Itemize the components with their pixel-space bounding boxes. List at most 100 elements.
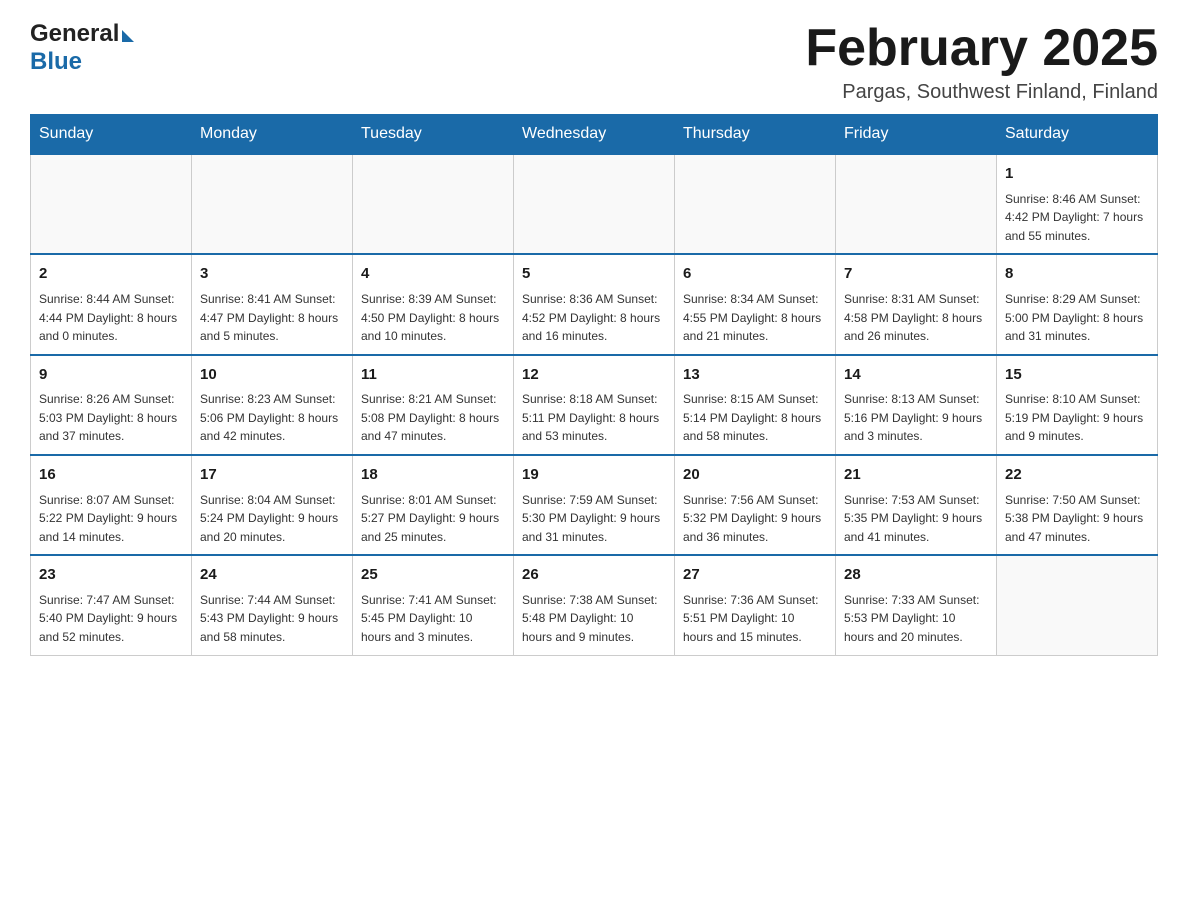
day-info: Sunrise: 8:04 AM Sunset: 5:24 PM Dayligh…	[200, 491, 344, 547]
day-number: 6	[683, 263, 827, 286]
calendar-cell: 23 Sunrise: 7:47 AM Sunset: 5:40 PM Dayli…	[31, 555, 192, 655]
calendar-cell: 24 Sunrise: 7:44 AM Sunset: 5:43 PM Dayli…	[192, 555, 353, 655]
calendar-cell: 27 Sunrise: 7:36 AM Sunset: 5:51 PM Dayli…	[675, 555, 836, 655]
weekday-header-thursday: Thursday	[675, 115, 836, 155]
day-info: Sunrise: 8:07 AM Sunset: 5:22 PM Dayligh…	[39, 491, 183, 547]
day-info: Sunrise: 7:44 AM Sunset: 5:43 PM Dayligh…	[200, 591, 344, 647]
calendar-cell: 10Sunrise: 8:23 AM Sunset: 5:06 PM Dayli…	[192, 355, 353, 455]
day-number: 5	[522, 263, 666, 286]
page-header: General Blue February 2025 Pargas, South…	[30, 20, 1158, 104]
day-info: Sunrise: 7:33 AM Sunset: 5:53 PM Dayligh…	[844, 591, 988, 647]
calendar-cell: 25 Sunrise: 7:41 AM Sunset: 5:45 PM Dayli…	[353, 555, 514, 655]
day-info: Sunrise: 7:50 AM Sunset: 5:38 PM Dayligh…	[1005, 491, 1149, 547]
weekday-header-tuesday: Tuesday	[353, 115, 514, 155]
calendar-cell	[675, 154, 836, 254]
calendar-cell: 9Sunrise: 8:26 AM Sunset: 5:03 PM Daylig…	[31, 355, 192, 455]
day-number: 22	[1005, 464, 1149, 487]
month-title: February 2025	[805, 20, 1158, 77]
calendar-cell: 3 Sunrise: 8:41 AM Sunset: 4:47 PM Daylig…	[192, 254, 353, 354]
calendar-cell: 4 Sunrise: 8:39 AM Sunset: 4:50 PM Daylig…	[353, 254, 514, 354]
calendar-cell: 17Sunrise: 8:04 AM Sunset: 5:24 PM Dayli…	[192, 455, 353, 555]
calendar-cell: 13 Sunrise: 8:15 AM Sunset: 5:14 PM Dayli…	[675, 355, 836, 455]
calendar-cell: 14 Sunrise: 8:13 AM Sunset: 5:16 PM Dayli…	[836, 355, 997, 455]
day-info: Sunrise: 7:41 AM Sunset: 5:45 PM Dayligh…	[361, 591, 505, 647]
logo: General Blue	[30, 20, 134, 76]
location-title: Pargas, Southwest Finland, Finland	[805, 81, 1158, 104]
day-info: Sunrise: 8:10 AM Sunset: 5:19 PM Dayligh…	[1005, 390, 1149, 446]
calendar-cell	[836, 154, 997, 254]
calendar-cell: 28 Sunrise: 7:33 AM Sunset: 5:53 PM Dayli…	[836, 555, 997, 655]
calendar-cell: 7Sunrise: 8:31 AM Sunset: 4:58 PM Daylig…	[836, 254, 997, 354]
day-info: Sunrise: 8:13 AM Sunset: 5:16 PM Dayligh…	[844, 390, 988, 446]
day-info: Sunrise: 8:46 AM Sunset: 4:42 PM Dayligh…	[1005, 190, 1149, 246]
calendar-cell	[997, 555, 1158, 655]
day-number: 16	[39, 464, 183, 487]
weekday-header-wednesday: Wednesday	[514, 115, 675, 155]
weekday-header-saturday: Saturday	[997, 115, 1158, 155]
day-info: Sunrise: 7:59 AM Sunset: 5:30 PM Dayligh…	[522, 491, 666, 547]
calendar-cell: 2 Sunrise: 8:44 AM Sunset: 4:44 PM Daylig…	[31, 254, 192, 354]
calendar-header: SundayMondayTuesdayWednesdayThursdayFrid…	[31, 115, 1158, 155]
day-info: Sunrise: 8:34 AM Sunset: 4:55 PM Dayligh…	[683, 290, 827, 346]
calendar-cell: 18 Sunrise: 8:01 AM Sunset: 5:27 PM Dayli…	[353, 455, 514, 555]
day-info: Sunrise: 8:26 AM Sunset: 5:03 PM Dayligh…	[39, 390, 183, 446]
calendar-cell	[192, 154, 353, 254]
calendar-cell: 21 Sunrise: 7:53 AM Sunset: 5:35 PM Dayli…	[836, 455, 997, 555]
calendar-cell: 20Sunrise: 7:56 AM Sunset: 5:32 PM Dayli…	[675, 455, 836, 555]
calendar-cell: 26 Sunrise: 7:38 AM Sunset: 5:48 PM Dayli…	[514, 555, 675, 655]
day-info: Sunrise: 8:44 AM Sunset: 4:44 PM Dayligh…	[39, 290, 183, 346]
day-info: Sunrise: 7:47 AM Sunset: 5:40 PM Dayligh…	[39, 591, 183, 647]
calendar-cell	[353, 154, 514, 254]
day-number: 21	[844, 464, 988, 487]
day-number: 14	[844, 364, 988, 387]
weekday-header-friday: Friday	[836, 115, 997, 155]
calendar-cell: 22 Sunrise: 7:50 AM Sunset: 5:38 PM Dayli…	[997, 455, 1158, 555]
calendar-week-row: 9Sunrise: 8:26 AM Sunset: 5:03 PM Daylig…	[31, 355, 1158, 455]
calendar-cell	[514, 154, 675, 254]
day-number: 13	[683, 364, 827, 387]
calendar-cell: 12Sunrise: 8:18 AM Sunset: 5:11 PM Dayli…	[514, 355, 675, 455]
day-number: 2	[39, 263, 183, 286]
weekday-header-sunday: Sunday	[31, 115, 192, 155]
day-number: 25	[361, 564, 505, 587]
day-number: 18	[361, 464, 505, 487]
day-number: 3	[200, 263, 344, 286]
calendar-cell: 15 Sunrise: 8:10 AM Sunset: 5:19 PM Dayli…	[997, 355, 1158, 455]
day-info: Sunrise: 8:15 AM Sunset: 5:14 PM Dayligh…	[683, 390, 827, 446]
calendar-table: SundayMondayTuesdayWednesdayThursdayFrid…	[30, 114, 1158, 655]
day-info: Sunrise: 7:36 AM Sunset: 5:51 PM Dayligh…	[683, 591, 827, 647]
day-number: 1	[1005, 163, 1149, 186]
calendar-week-row: 2 Sunrise: 8:44 AM Sunset: 4:44 PM Daylig…	[31, 254, 1158, 354]
day-number: 4	[361, 263, 505, 286]
day-number: 8	[1005, 263, 1149, 286]
calendar-week-row: 1 Sunrise: 8:46 AM Sunset: 4:42 PM Daylig…	[31, 154, 1158, 254]
day-number: 26	[522, 564, 666, 587]
day-number: 24	[200, 564, 344, 587]
day-info: Sunrise: 8:41 AM Sunset: 4:47 PM Dayligh…	[200, 290, 344, 346]
day-number: 12	[522, 364, 666, 387]
day-number: 11	[361, 364, 505, 387]
day-info: Sunrise: 8:01 AM Sunset: 5:27 PM Dayligh…	[361, 491, 505, 547]
day-info: Sunrise: 7:38 AM Sunset: 5:48 PM Dayligh…	[522, 591, 666, 647]
day-number: 19	[522, 464, 666, 487]
day-info: Sunrise: 8:39 AM Sunset: 4:50 PM Dayligh…	[361, 290, 505, 346]
weekday-header-monday: Monday	[192, 115, 353, 155]
day-number: 15	[1005, 364, 1149, 387]
day-number: 27	[683, 564, 827, 587]
calendar-cell: 5Sunrise: 8:36 AM Sunset: 4:52 PM Daylig…	[514, 254, 675, 354]
calendar-week-row: 23 Sunrise: 7:47 AM Sunset: 5:40 PM Dayli…	[31, 555, 1158, 655]
logo-triangle-icon	[122, 30, 134, 42]
day-info: Sunrise: 7:53 AM Sunset: 5:35 PM Dayligh…	[844, 491, 988, 547]
calendar-body: 1 Sunrise: 8:46 AM Sunset: 4:42 PM Daylig…	[31, 154, 1158, 655]
calendar-cell: 8 Sunrise: 8:29 AM Sunset: 5:00 PM Daylig…	[997, 254, 1158, 354]
logo-blue-text: Blue	[30, 48, 82, 76]
weekday-header-row: SundayMondayTuesdayWednesdayThursdayFrid…	[31, 115, 1158, 155]
day-info: Sunrise: 8:29 AM Sunset: 5:00 PM Dayligh…	[1005, 290, 1149, 346]
day-info: Sunrise: 8:21 AM Sunset: 5:08 PM Dayligh…	[361, 390, 505, 446]
calendar-cell: 19 Sunrise: 7:59 AM Sunset: 5:30 PM Dayli…	[514, 455, 675, 555]
calendar-week-row: 16 Sunrise: 8:07 AM Sunset: 5:22 PM Dayli…	[31, 455, 1158, 555]
day-number: 28	[844, 564, 988, 587]
day-number: 23	[39, 564, 183, 587]
calendar-cell: 16 Sunrise: 8:07 AM Sunset: 5:22 PM Dayli…	[31, 455, 192, 555]
day-info: Sunrise: 7:56 AM Sunset: 5:32 PM Dayligh…	[683, 491, 827, 547]
